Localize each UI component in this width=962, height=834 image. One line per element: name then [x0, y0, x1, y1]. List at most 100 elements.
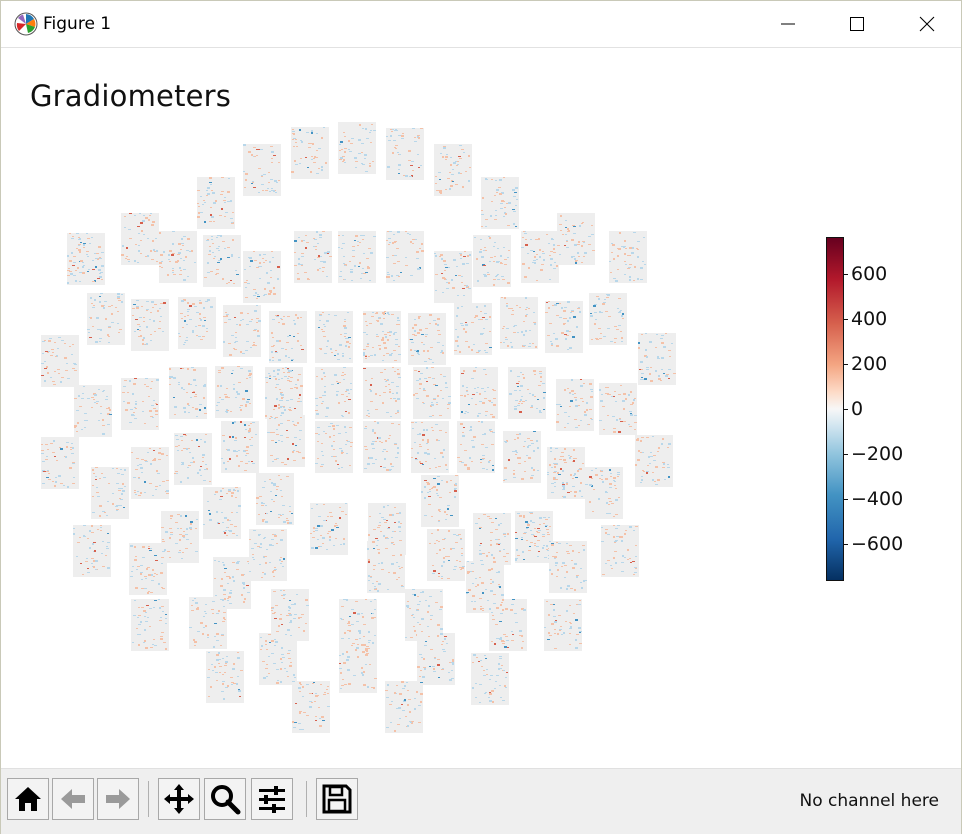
sensor-tile[interactable] [454, 303, 492, 355]
sensor-tile[interactable] [315, 421, 353, 473]
sensor-tile[interactable] [473, 513, 511, 565]
sensor-tile[interactable] [473, 235, 511, 287]
sensor-tile[interactable] [508, 367, 546, 419]
sensor-tile[interactable] [169, 367, 207, 419]
sensor-tile[interactable] [292, 681, 330, 733]
sensor-tile[interactable] [585, 467, 623, 519]
sensor-tile[interactable] [291, 127, 329, 179]
sensor-tile[interactable] [601, 525, 639, 577]
sensor-tile[interactable] [547, 447, 585, 499]
sensor-tile[interactable] [638, 333, 676, 385]
sensor-noise [315, 423, 353, 469]
sensor-tile[interactable] [269, 311, 307, 363]
sensor-tile[interactable] [545, 301, 583, 353]
sensor-tile[interactable] [223, 305, 261, 357]
sensor-tile[interactable] [386, 231, 424, 283]
sensor-tile[interactable] [557, 213, 595, 265]
sensor-tile[interactable] [203, 235, 241, 287]
sensor-tile[interactable] [460, 367, 498, 419]
colorbar-tick [843, 319, 848, 320]
sensor-tile[interactable] [294, 231, 332, 283]
sensor-tile[interactable] [635, 435, 673, 487]
sensor-tile[interactable] [161, 511, 199, 563]
zoom-icon [211, 785, 241, 815]
sensor-tile[interactable] [589, 293, 627, 345]
sensor-tile[interactable] [178, 297, 216, 349]
sensor-noise [294, 231, 332, 280]
home-button[interactable] [7, 778, 49, 820]
close-button[interactable] [892, 1, 962, 47]
sensor-tile[interactable] [203, 487, 241, 539]
sensor-tile[interactable] [609, 231, 647, 283]
sensor-tile[interactable] [41, 437, 79, 489]
sensor-tile[interactable] [159, 231, 197, 283]
title-bar[interactable]: Figure 1 [1, 1, 961, 48]
save-button[interactable] [316, 778, 358, 820]
sensor-tile[interactable] [259, 633, 297, 685]
sensor-tile[interactable] [315, 311, 353, 363]
sensor-tile[interactable] [544, 599, 582, 651]
forward-button[interactable] [97, 778, 139, 820]
sensor-tile[interactable] [315, 367, 353, 419]
sensor-tile[interactable] [249, 529, 287, 581]
sensor-tile[interactable] [73, 525, 111, 577]
sensor-tile[interactable] [411, 421, 449, 473]
sensor-tile[interactable] [243, 144, 281, 196]
sensor-tile[interactable] [386, 128, 424, 180]
sensor-tile[interactable] [67, 233, 105, 285]
sensor-tile[interactable] [363, 311, 401, 363]
window-title: Figure 1 [43, 14, 112, 34]
sensor-tile[interactable] [481, 177, 519, 229]
sensor-tile[interactable] [515, 511, 553, 563]
sensor-tile[interactable] [549, 541, 587, 593]
sensor-tile[interactable] [121, 213, 159, 265]
sensor-tile[interactable] [363, 367, 401, 419]
sensor-tile[interactable] [367, 541, 405, 593]
sensor-tile[interactable] [339, 641, 377, 693]
sensor-tile[interactable] [41, 335, 79, 387]
sensor-tile[interactable] [87, 293, 125, 345]
sensor-tile[interactable] [310, 503, 348, 555]
pan-button[interactable] [158, 778, 200, 820]
zoom-button[interactable] [204, 778, 246, 820]
sensor-tile[interactable] [121, 378, 159, 430]
minimize-button[interactable] [753, 1, 823, 47]
maximize-button[interactable] [822, 1, 892, 47]
sensor-tile[interactable] [215, 366, 253, 418]
sensor-tile[interactable] [434, 144, 472, 196]
sensor-tile[interactable] [599, 383, 637, 435]
sensor-tile[interactable] [556, 379, 594, 431]
sensor-tile[interactable] [206, 651, 244, 703]
sensor-tile[interactable] [131, 599, 169, 651]
sensor-tile[interactable] [413, 367, 451, 419]
sensor-tile[interactable] [385, 681, 423, 733]
sensor-tile[interactable] [434, 251, 472, 303]
sensor-tile[interactable] [197, 177, 235, 229]
sensor-tile[interactable] [338, 231, 376, 283]
sensor-tile[interactable] [267, 415, 305, 467]
sensor-tile[interactable] [221, 421, 259, 473]
sensor-tile[interactable] [471, 653, 509, 705]
sensor-tile[interactable] [457, 421, 495, 473]
sensor-tile[interactable] [421, 475, 459, 527]
back-button[interactable] [52, 778, 94, 820]
sensor-tile[interactable] [489, 599, 527, 651]
sensor-tile[interactable] [427, 529, 465, 581]
sensor-tile[interactable] [503, 431, 541, 483]
sensor-tile[interactable] [131, 299, 169, 351]
configure-subplots-button[interactable] [251, 778, 293, 820]
sensor-tile[interactable] [521, 231, 559, 283]
sensor-tile[interactable] [91, 467, 129, 519]
sensor-tile[interactable] [338, 122, 376, 174]
sensor-tile[interactable] [131, 447, 169, 499]
sensor-tile[interactable] [265, 367, 303, 419]
sensor-tile[interactable] [243, 251, 281, 303]
sensor-tile[interactable] [189, 597, 227, 649]
sensor-tile[interactable] [408, 313, 446, 365]
sensor-tile[interactable] [363, 421, 401, 473]
sensor-tile[interactable] [256, 473, 294, 525]
sensor-tile[interactable] [74, 385, 112, 437]
sensor-tile[interactable] [417, 633, 455, 685]
sensor-tile[interactable] [500, 297, 538, 349]
sensor-tile[interactable] [174, 433, 212, 485]
